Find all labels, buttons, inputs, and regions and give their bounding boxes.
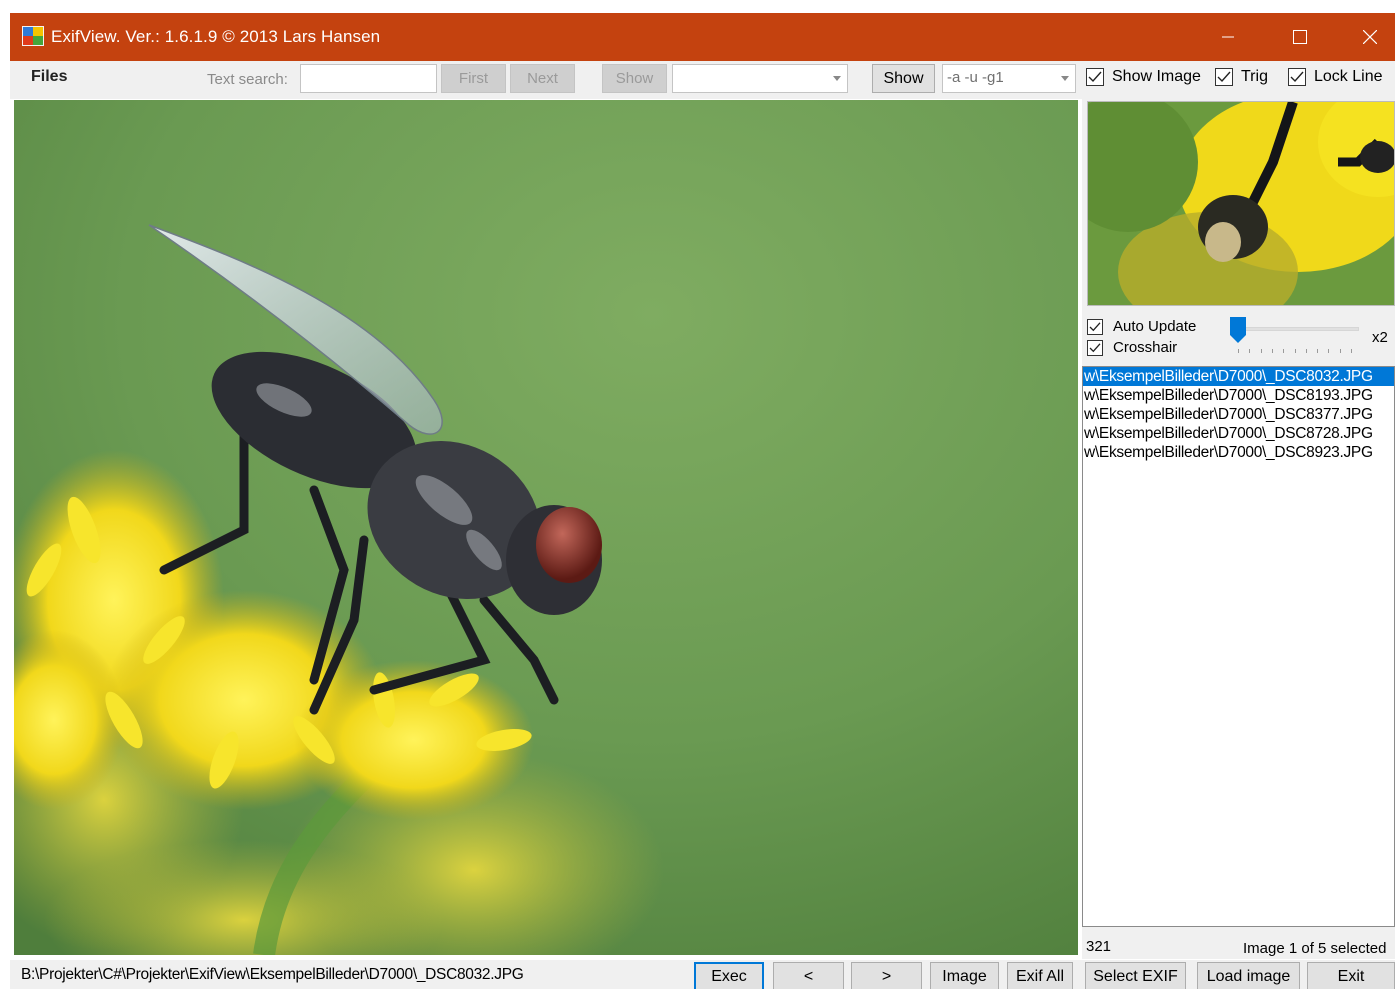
text-search-label: Text search: — [207, 71, 288, 88]
checkmark-icon — [1087, 318, 1103, 335]
zoom-label: x2 — [1372, 329, 1388, 346]
zoomed-preview-image — [1088, 102, 1394, 305]
bottom-bar: B:\Projekter\C#\Projekter\ExifView\Eksem… — [10, 960, 1395, 989]
first-button[interactable]: First — [441, 64, 506, 93]
lock-line-checkbox[interactable]: Lock Line — [1288, 68, 1383, 86]
main-image-viewer[interactable] — [14, 100, 1078, 955]
slider-tick — [1271, 349, 1273, 353]
slider-tick — [1238, 349, 1239, 353]
minimize-button[interactable] — [1194, 13, 1262, 61]
slider-tick — [1351, 349, 1352, 353]
checkmark-icon — [1215, 68, 1233, 86]
auto-update-label: Auto Update — [1113, 318, 1197, 335]
maximize-button[interactable] — [1266, 13, 1334, 61]
auto-update-checkbox[interactable]: Auto Update — [1087, 318, 1196, 335]
file-list-item[interactable]: w\EksempelBilleder\D7000\_DSC8377.JPG — [1083, 405, 1394, 424]
slider-tick — [1305, 349, 1307, 353]
slider-tick — [1317, 349, 1319, 353]
image-button[interactable]: Image — [930, 962, 999, 989]
trig-checkbox[interactable]: Trig — [1215, 68, 1268, 86]
show-image-label: Show Image — [1112, 68, 1201, 85]
show-search-button[interactable]: Show — [602, 64, 667, 93]
maximize-icon — [1293, 30, 1307, 44]
zoom-slider-handle[interactable] — [1230, 317, 1246, 343]
slider-tick — [1328, 349, 1330, 353]
close-icon — [1363, 30, 1377, 44]
count-label: 321 — [1086, 938, 1112, 955]
zoom-slider-track[interactable] — [1232, 327, 1359, 331]
slider-tick — [1283, 349, 1285, 353]
tag-dropdown[interactable] — [672, 64, 848, 93]
show-button[interactable]: Show — [872, 64, 935, 93]
exif-all-button[interactable]: Exif All — [1007, 962, 1073, 989]
load-image-button[interactable]: Load image — [1197, 962, 1300, 989]
args-dropdown[interactable]: -a -u -g1 — [942, 64, 1076, 93]
minimize-icon — [1222, 36, 1234, 38]
show-image-checkbox[interactable]: Show Image — [1086, 68, 1201, 86]
exit-button[interactable]: Exit — [1307, 962, 1395, 989]
toolbar: Files Text search: First Next Show Show … — [10, 61, 1395, 99]
slider-tick — [1249, 349, 1251, 353]
selection-status: Image 1 of 5 selected — [1243, 940, 1387, 957]
exec-button[interactable]: Exec — [694, 962, 764, 989]
file-list-item[interactable]: w\EksempelBilleder\D7000\_DSC8923.JPG — [1083, 443, 1394, 462]
checkmark-icon — [1087, 339, 1103, 356]
fly-on-flower-photo — [14, 100, 1078, 955]
select-exif-button[interactable]: Select EXIF — [1085, 962, 1186, 989]
slider-tick — [1294, 349, 1296, 353]
chevron-down-icon — [833, 76, 841, 81]
checkmark-icon — [1086, 68, 1104, 86]
args-value: -a -u -g1 — [947, 69, 1004, 86]
file-list[interactable]: w\EksempelBilleder\D7000\_DSC8032.JPG w\E… — [1082, 366, 1395, 927]
files-menu[interactable]: Files — [31, 68, 67, 86]
chevron-down-icon — [1061, 76, 1069, 81]
crosshair-checkbox[interactable]: Crosshair — [1087, 339, 1177, 356]
lock-line-label: Lock Line — [1314, 68, 1383, 85]
slider-tick — [1339, 349, 1341, 353]
file-list-item[interactable]: w\EksempelBilleder\D7000\_DSC8728.JPG — [1083, 424, 1394, 443]
file-list-item[interactable]: w\EksempelBilleder\D7000\_DSC8032.JPG — [1083, 367, 1394, 386]
text-search-input[interactable] — [300, 64, 437, 93]
window-title: ExifView. Ver.: 1.6.1.9 © 2013 Lars Hans… — [51, 27, 381, 46]
title-bar[interactable]: ExifView. Ver.: 1.6.1.9 © 2013 Lars Hans… — [10, 13, 1395, 61]
crosshair-label: Crosshair — [1113, 339, 1178, 356]
preview-thumbnail[interactable] — [1087, 101, 1395, 306]
next-button[interactable]: Next — [510, 64, 575, 93]
file-list-item[interactable]: w\EksempelBilleder\D7000\_DSC8193.JPG — [1083, 386, 1394, 405]
next-image-button[interactable]: > — [851, 962, 922, 989]
previous-button[interactable]: < — [773, 962, 844, 989]
file-path-label: B:\Projekter\C#\Projekter\ExifView\Eksem… — [21, 966, 524, 983]
trig-label: Trig — [1241, 68, 1268, 85]
app-icon — [22, 26, 44, 46]
close-button[interactable] — [1336, 13, 1395, 61]
checkmark-icon — [1288, 68, 1306, 86]
slider-tick — [1260, 349, 1262, 353]
